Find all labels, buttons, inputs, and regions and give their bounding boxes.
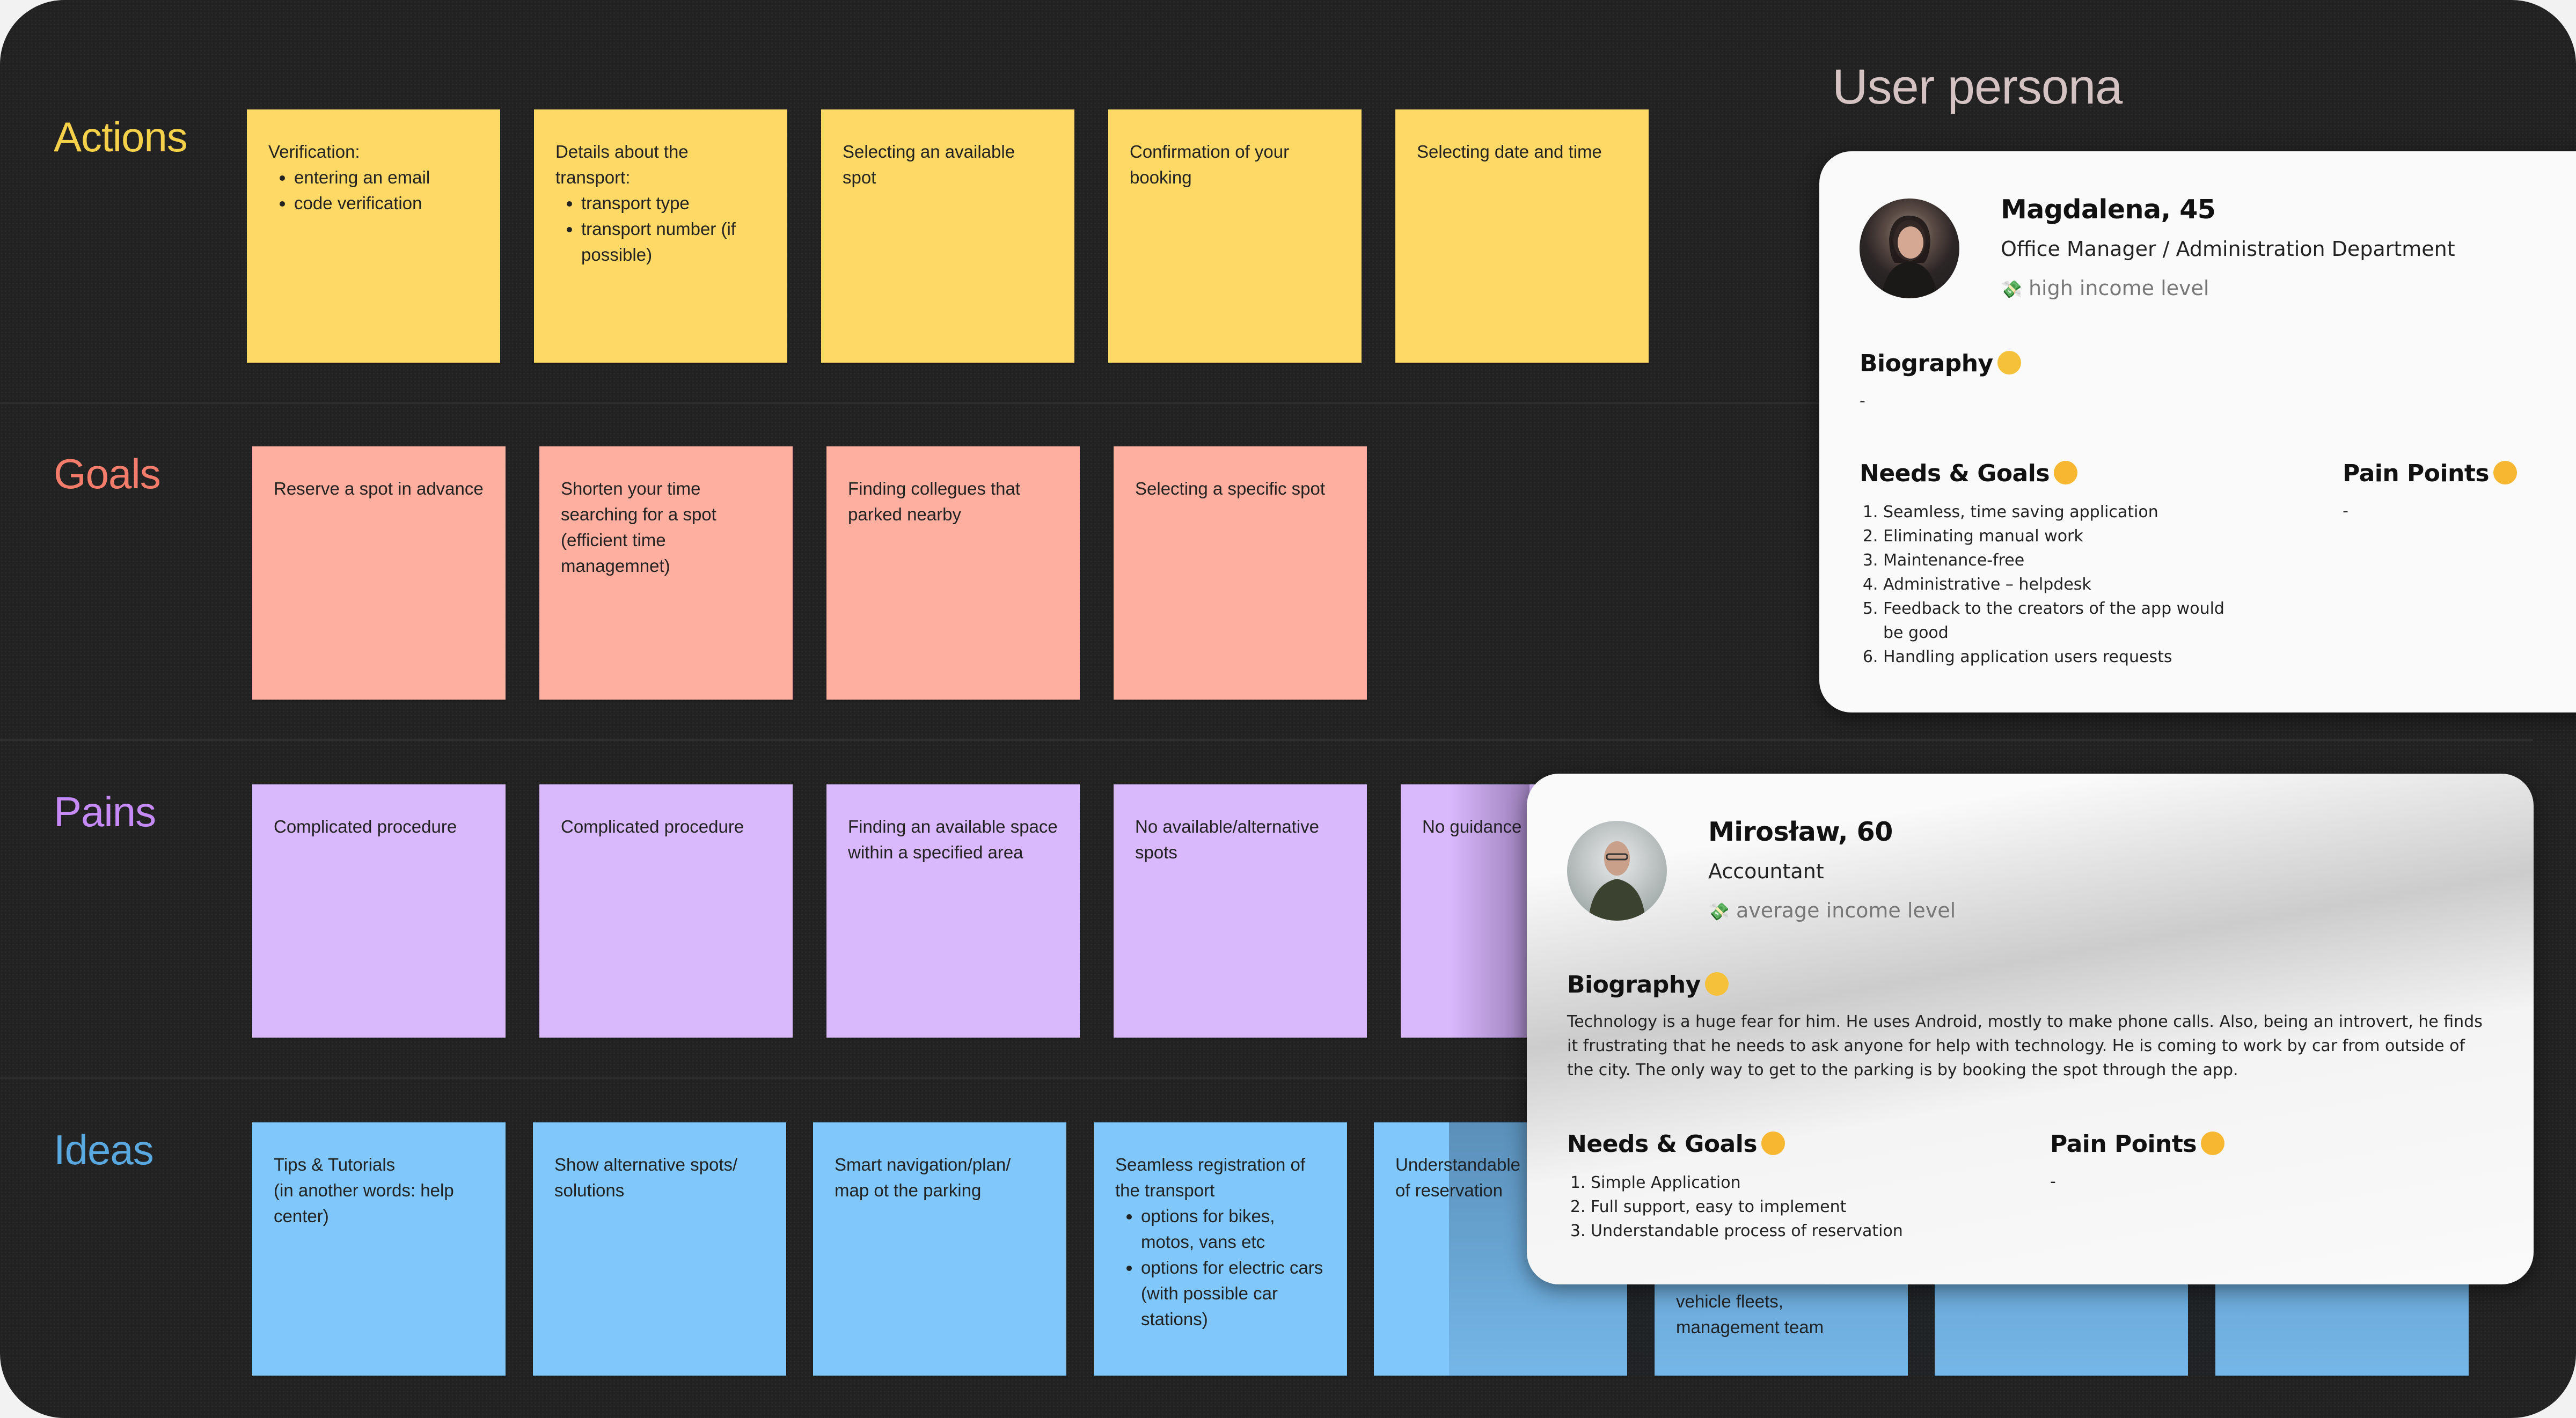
biography-heading: Biography (1567, 971, 1729, 998)
persona-name: Mirosław, 60 (1708, 817, 1893, 847)
needs-goals-heading: Needs & Goals (1567, 1130, 1785, 1158)
sticky-note[interactable]: Confirmation of your booking (1108, 109, 1362, 363)
persona-card-magdalena[interactable]: Magdalena, 45 Office Manager / Administr… (1819, 151, 2576, 712)
sticky-note[interactable]: Selecting an available spot (821, 109, 1074, 363)
sticky-note[interactable]: Finding collegues that parked nearby (826, 446, 1080, 700)
sticky-note[interactable]: Selecting a specific spot (1114, 446, 1367, 700)
avatar (1567, 821, 1667, 921)
persona-income: 💸 average income level (1708, 899, 1956, 922)
sticky-note[interactable]: No available/alternative spots (1114, 784, 1367, 1038)
note-text: Finding collegues that parked nearby (848, 479, 1021, 524)
biography-heading-text: Biography (1860, 350, 1993, 377)
sticky-note[interactable]: Complicated procedure (539, 784, 793, 1038)
money-icon: 💸 (1708, 901, 1730, 922)
needs-goals-item: Seamless, time saving application (1883, 500, 2246, 524)
confounded-face-emoji-icon (2201, 1132, 2225, 1155)
sticky-note[interactable]: Details about the transport: transport t… (534, 109, 787, 363)
biography-heading-text: Biography (1567, 971, 1701, 998)
biography-text: - (1860, 392, 1865, 410)
needs-goals-item: Simple Application (1591, 1171, 1953, 1195)
note-text: Selecting date and time (1417, 142, 1602, 161)
row-divider (0, 739, 2533, 741)
sticky-note[interactable]: Shorten your time searching for a spot (… (539, 446, 793, 700)
avatar (1860, 199, 1959, 298)
sticky-note[interactable]: Selecting date and time (1395, 109, 1649, 363)
note-text: Shorten your time searching for a spot (… (561, 479, 716, 576)
note-bullet: entering an email (294, 165, 479, 190)
confounded-face-emoji-icon (2493, 461, 2518, 484)
biography-heading: Biography (1860, 350, 2021, 377)
needs-goals-heading: Needs & Goals (1860, 460, 2078, 487)
note-text: Confirmation of your booking (1130, 142, 1290, 187)
pain-points-text: - (2050, 1172, 2056, 1191)
note-text: Smart navigation/plan/ map ot the parkin… (835, 1155, 1011, 1200)
needs-goals-item: Handling application users requests (1883, 645, 2246, 669)
user-persona-title: User persona (1832, 60, 2123, 114)
note-bullet: transport type (581, 190, 766, 216)
sticky-note[interactable]: Smart navigation/plan/ map ot the parkin… (813, 1122, 1066, 1376)
note-text: Selecting an available spot (843, 142, 1015, 187)
sticky-note[interactable]: Show alternative spots/ solutions (533, 1122, 786, 1376)
person-photo-icon (1589, 841, 1645, 921)
pain-points-heading: Pain Points (2343, 460, 2518, 487)
note-text: Complicated procedure (274, 817, 457, 836)
money-icon: 💸 (2001, 279, 2022, 299)
needs-goals-list: Seamless, time saving application Elimin… (1860, 500, 2246, 669)
note-bullet: options for electric cars (with possible… (1141, 1255, 1326, 1332)
note-bullet: code verification (294, 190, 479, 216)
sticky-note[interactable]: Verification: entering an email code ver… (247, 109, 500, 363)
heart-eyes-emoji-icon (2054, 461, 2078, 484)
pain-points-heading-text: Pain Points (2343, 460, 2490, 487)
needs-goals-item: Maintenance-free (1883, 548, 2246, 572)
note-text: Details about the transport: (555, 142, 689, 187)
needs-goals-list: Simple Application Full support, easy to… (1567, 1171, 1953, 1243)
persona-role: Accountant (1708, 859, 1824, 883)
note-bullet: options for bikes, motos, vans etc (1141, 1203, 1313, 1255)
persona-role: Office Manager / Administration Departme… (2001, 237, 2455, 261)
note-text: Seamless registration of the transport (1115, 1155, 1305, 1200)
needs-goals-heading-text: Needs & Goals (1567, 1130, 1758, 1158)
persona-card-miroslaw[interactable]: Mirosław, 60 Accountant 💸 average income… (1527, 774, 2534, 1284)
sticky-note[interactable]: Reserve a spot in advance (252, 446, 506, 700)
note-text: Selecting a specific spot (1135, 479, 1326, 498)
income-level: average income level (1736, 899, 1956, 922)
income-level: high income level (2028, 276, 2209, 300)
row-label-ideas: Ideas (54, 1126, 154, 1173)
pain-points-text: - (2343, 502, 2348, 520)
sticky-note[interactable]: Complicated procedure (252, 784, 506, 1038)
note-text: Finding an available space within a spec… (848, 817, 1058, 862)
woman-blonde-emoji-icon (1704, 972, 1729, 996)
row-label-goals: Goals (54, 450, 161, 497)
needs-goals-item: Full support, easy to implement (1591, 1195, 1953, 1219)
pain-points-heading-text: Pain Points (2050, 1130, 2197, 1158)
note-text: Complicated procedure (561, 817, 744, 836)
needs-goals-item: Eliminating manual work (1883, 524, 2246, 548)
row-label-pains: Pains (54, 788, 156, 835)
card-shadow (1449, 784, 1529, 1038)
note-text: No available/alternative spots (1135, 817, 1320, 862)
note-text: Tips & Tutorials (in another words: help… (274, 1155, 454, 1226)
needs-goals-item: Feedback to the creators of the app woul… (1883, 597, 2246, 645)
needs-goals-heading-text: Needs & Goals (1860, 460, 2050, 487)
note-bullet: transport number (if possible) (581, 216, 766, 268)
woman-blonde-emoji-icon (1997, 351, 2021, 374)
needs-goals-item: Understandable process of reservation (1591, 1219, 1953, 1243)
row-label-actions: Actions (54, 113, 188, 160)
whiteboard-canvas: Actions Goals Pains Ideas Verification: … (0, 0, 2576, 1418)
person-photo-icon (1881, 215, 1938, 298)
note-text: Verification: (268, 142, 360, 161)
sticky-note[interactable]: Finding an available space within a spec… (826, 784, 1080, 1038)
persona-name: Magdalena, 45 (2001, 194, 2216, 225)
heart-eyes-emoji-icon (1761, 1132, 1785, 1155)
note-text: Reserve a spot in advance (274, 479, 484, 498)
pain-points-heading: Pain Points (2050, 1130, 2225, 1158)
note-text: Show alternative spots/ solutions (554, 1155, 738, 1200)
biography-text: Technology is a huge fear for him. He us… (1567, 1012, 2483, 1079)
needs-goals-item: Administrative – helpdesk (1883, 572, 2246, 597)
persona-income: 💸 high income level (2001, 276, 2209, 300)
sticky-note[interactable]: Seamless registration of the transport o… (1094, 1122, 1347, 1376)
sticky-note[interactable]: Tips & Tutorials (in another words: help… (252, 1122, 506, 1376)
